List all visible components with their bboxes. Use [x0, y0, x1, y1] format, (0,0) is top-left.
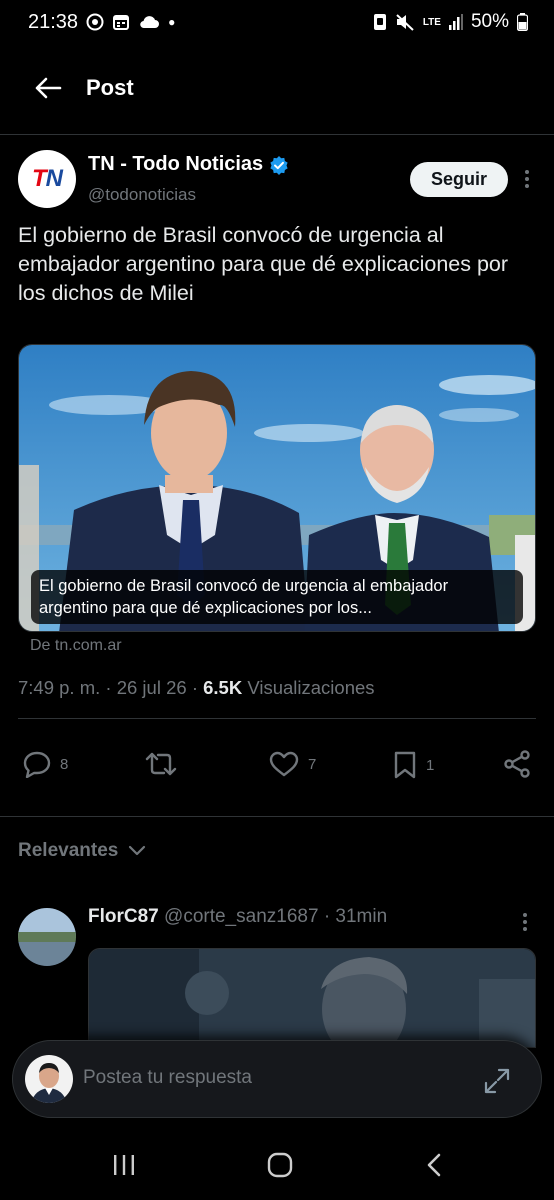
reply-photo	[89, 949, 535, 1047]
reply-author-handle: @corte_sanz1687	[164, 906, 319, 927]
reply-time: 31min	[335, 906, 388, 927]
repost-icon	[145, 752, 177, 776]
share-icon	[504, 750, 530, 778]
media-card[interactable]: El gobierno de Brasil convocó de urgenci…	[18, 344, 536, 632]
author-name[interactable]: TN - Todo Noticias	[88, 153, 289, 176]
cloud-icon	[138, 14, 160, 30]
bookmark-icon	[394, 751, 416, 779]
user-avatar	[25, 1055, 73, 1103]
reply-avatar-image	[18, 908, 76, 966]
follow-button[interactable]: Seguir	[410, 162, 508, 197]
page-title: Post	[86, 75, 134, 100]
back-button[interactable]	[30, 70, 66, 106]
author-name-text: TN - Todo Noticias	[88, 153, 264, 175]
more-vertical-icon	[523, 913, 527, 931]
share-button[interactable]	[502, 750, 532, 778]
tn-logo: TN	[31, 165, 63, 192]
arrow-left-icon	[35, 77, 62, 99]
signal-icon	[448, 14, 463, 30]
author-handle[interactable]: @todonoticias	[88, 185, 196, 205]
recent-apps-button[interactable]	[104, 1150, 144, 1180]
reply-input[interactable]: Postea tu respuesta	[83, 1067, 252, 1089]
reply-author-name: FlorC87	[88, 906, 159, 927]
reply-button[interactable]: 8	[22, 750, 68, 778]
bookmark-count: 1	[426, 756, 435, 774]
sort-label: Relevantes	[18, 840, 119, 861]
replies-sort-dropdown[interactable]: Relevantes	[18, 840, 146, 862]
more-options-button[interactable]	[518, 164, 536, 194]
home-icon	[267, 1152, 293, 1178]
status-left: 21:38 ●	[28, 11, 175, 34]
dot-icon: ●	[168, 15, 176, 29]
expand-icon	[484, 1068, 510, 1094]
separator-dot: ·	[105, 677, 117, 698]
mute-icon	[395, 13, 415, 31]
chrome-icon	[86, 13, 104, 31]
battery-icon	[517, 13, 528, 31]
bookmark-button[interactable]: 1	[392, 750, 434, 780]
chevron-down-icon	[129, 845, 146, 856]
more-vertical-icon	[525, 170, 529, 188]
reply-avatar[interactable]	[18, 908, 76, 966]
repost-button[interactable]	[144, 750, 186, 778]
tweet-time: 7:49 p. m.	[18, 677, 101, 698]
back-nav-icon	[427, 1153, 441, 1177]
recent-apps-icon	[114, 1155, 134, 1175]
status-bar: 21:38 ● LTE 50%	[0, 0, 554, 44]
reply-count: 8	[60, 755, 69, 773]
top-bar: Post	[0, 60, 554, 116]
media-source-link[interactable]: De tn.com.ar	[30, 637, 122, 655]
reply-more-options-button[interactable]	[516, 908, 534, 936]
status-time: 21:38	[28, 10, 79, 33]
meta-divider	[18, 718, 536, 719]
views-label: Visualizaciones	[247, 677, 375, 698]
author-avatar[interactable]: TN	[18, 150, 76, 208]
reply-icon	[23, 751, 51, 778]
reply-media[interactable]	[88, 948, 536, 1048]
actions-divider	[0, 816, 554, 817]
expand-composer-button[interactable]	[481, 1065, 513, 1097]
battery-text: 50%	[470, 11, 509, 32]
tweet-actions: 8 7 1	[0, 740, 554, 792]
separator-dot: ·	[191, 677, 204, 698]
home-button[interactable]	[260, 1150, 300, 1180]
tweet-meta: 7:49 p. m. · 26 jul 26 · 6.5K Visualizac…	[18, 677, 375, 699]
reply-header[interactable]: FlorC87 @corte_sanz1687 · 31min	[88, 906, 387, 928]
user-avatar-image	[25, 1055, 73, 1103]
tweet-date: 26 jul 26	[116, 677, 187, 698]
status-right: LTE 50%	[373, 11, 528, 33]
views-count: 6.5K	[203, 677, 243, 698]
header-divider	[0, 134, 554, 135]
calendar-icon	[112, 13, 130, 31]
lte-icon: LTE	[422, 16, 441, 28]
media-caption: El gobierno de Brasil convocó de urgenci…	[31, 570, 523, 624]
reply-composer[interactable]: Postea tu respuesta	[12, 1040, 542, 1118]
system-nav-bar	[0, 1140, 554, 1190]
tweet-header: TN TN - Todo Noticias @todonoticias Segu…	[18, 150, 536, 210]
verified-badge-icon	[270, 155, 288, 175]
back-nav-button[interactable]	[414, 1150, 454, 1180]
like-count: 7	[308, 755, 317, 773]
tweet-text: El gobierno de Brasil convocó de urgenci…	[18, 223, 509, 305]
separator-dot: ·	[323, 906, 336, 927]
heart-icon	[269, 751, 299, 777]
like-button[interactable]: 7	[268, 750, 316, 778]
notification-icon	[373, 13, 387, 31]
